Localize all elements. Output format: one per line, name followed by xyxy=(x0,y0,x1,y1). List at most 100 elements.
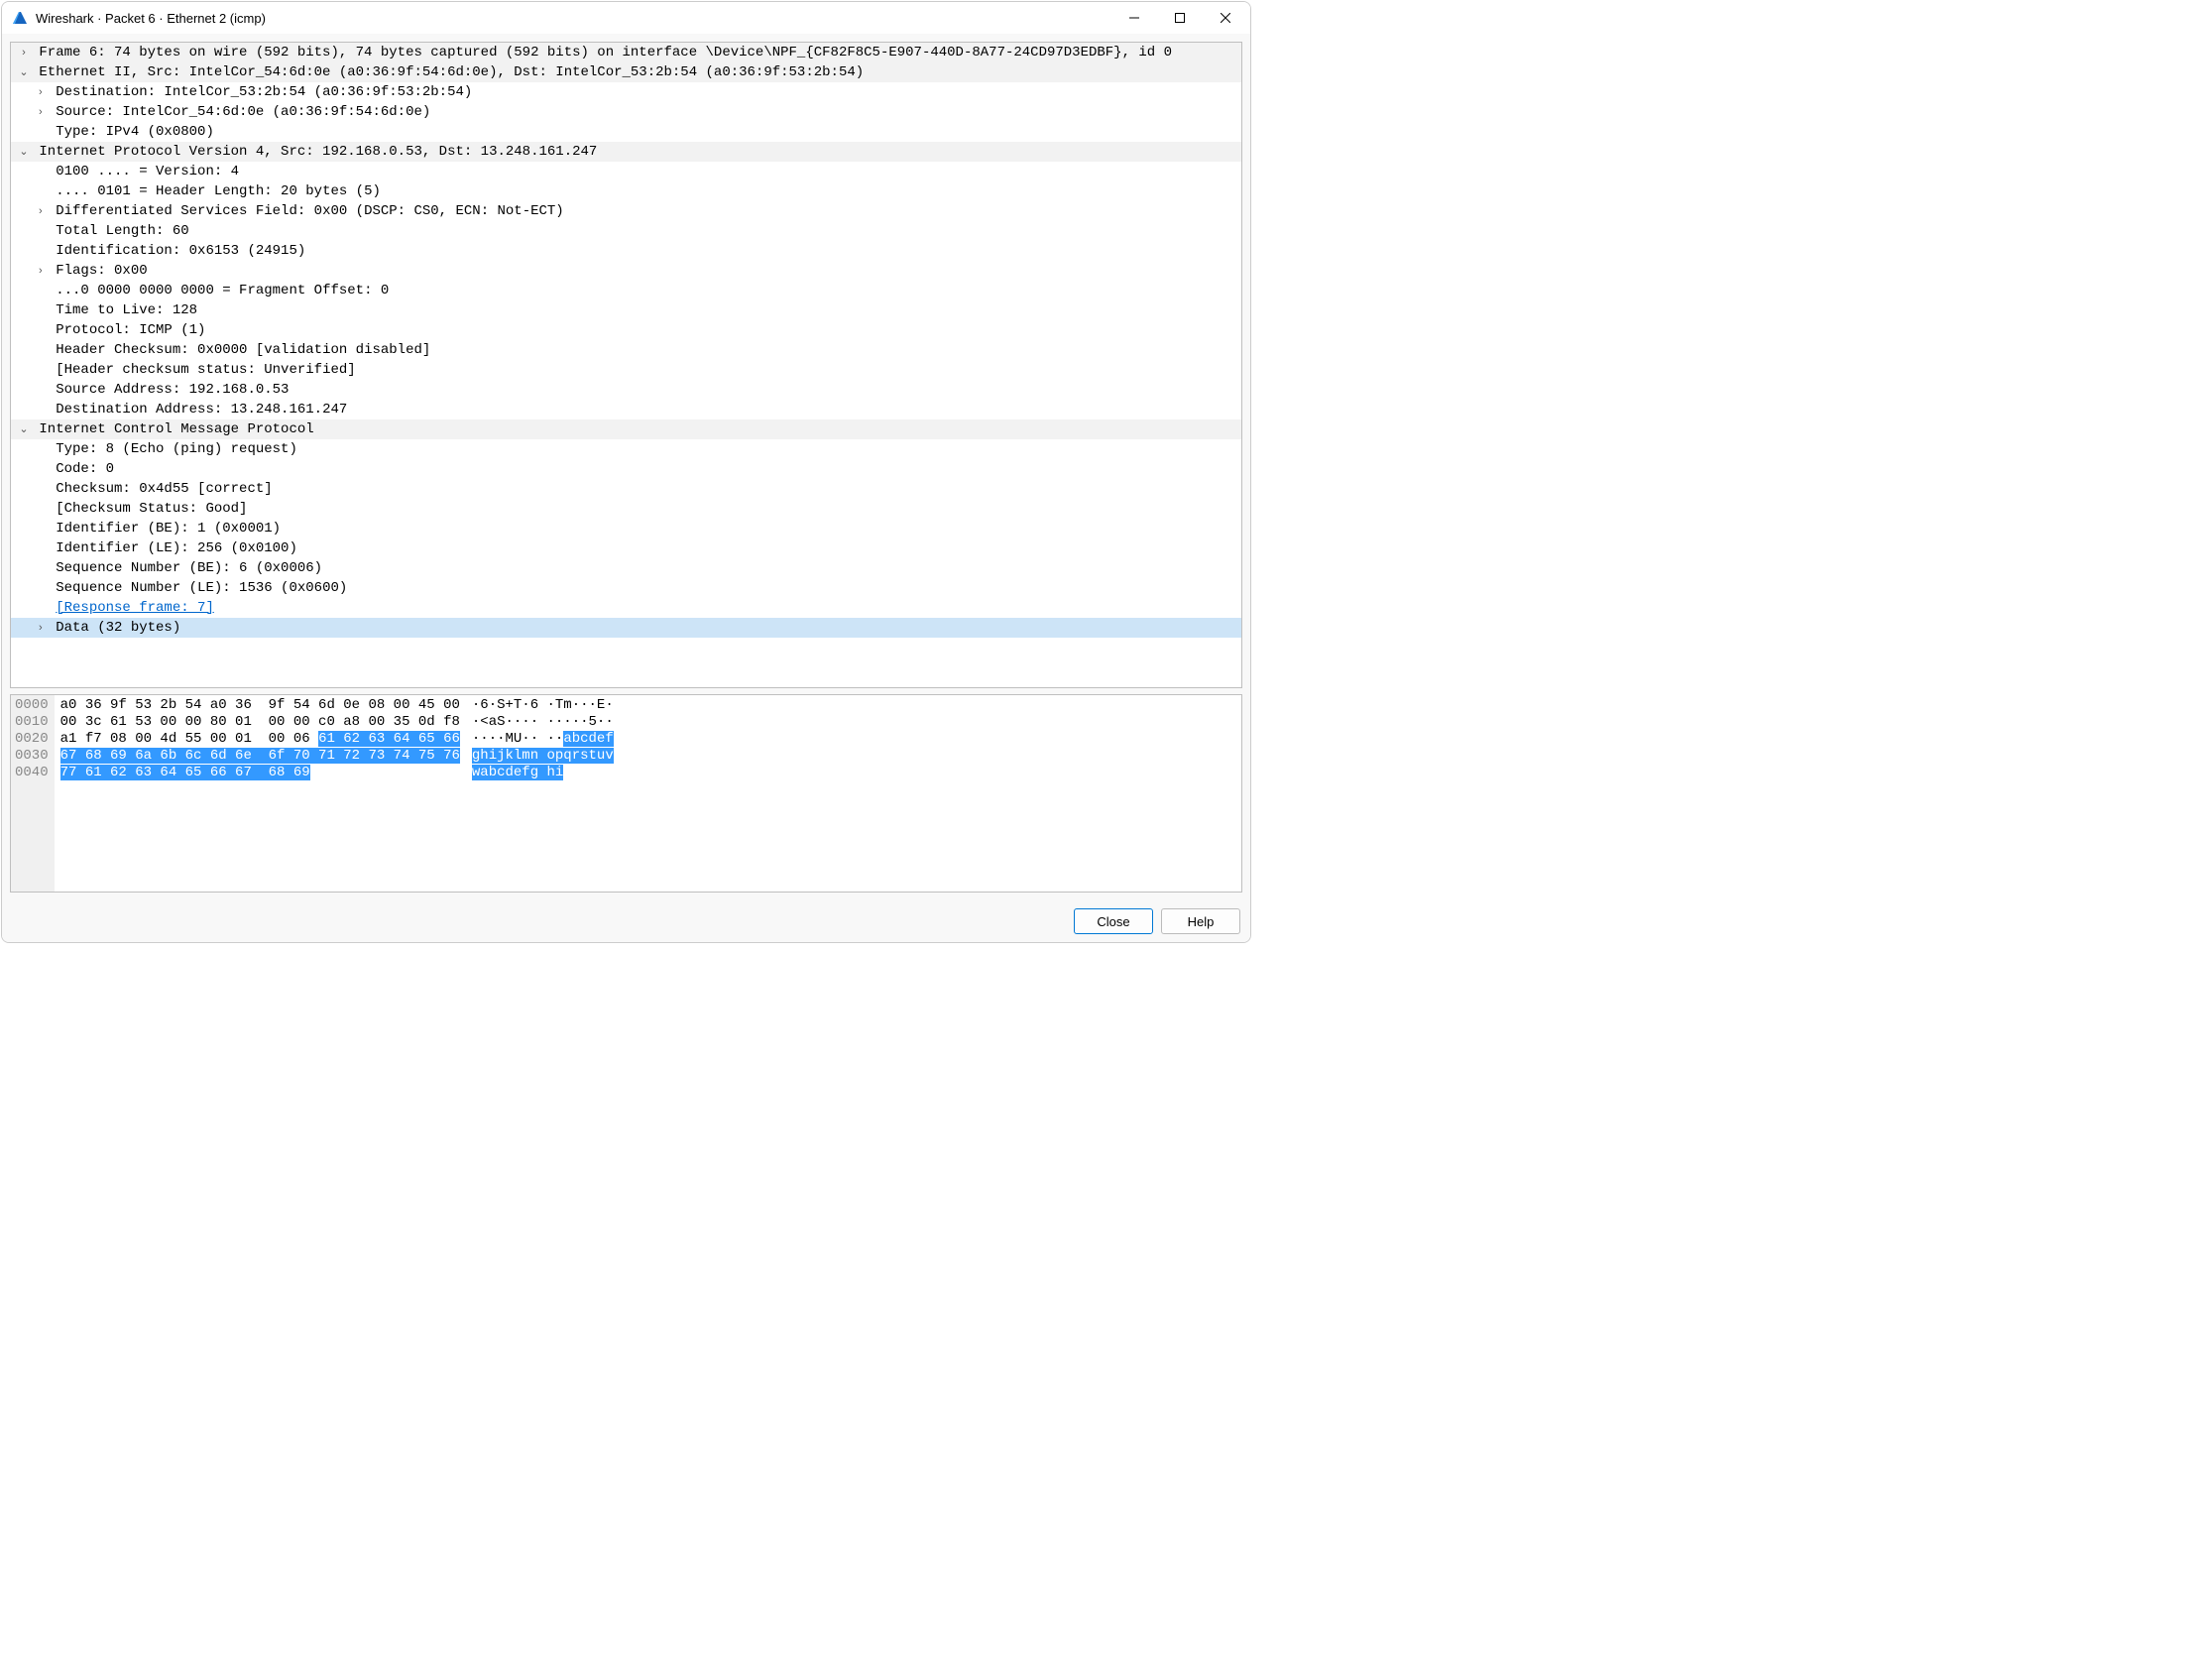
chevron-none xyxy=(34,300,48,320)
chevron-none xyxy=(34,281,48,300)
tree-node-label: Header Checksum: 0x0000 [validation disa… xyxy=(56,342,430,358)
hex-ascii-row[interactable]: ····MU·· ··abcdef xyxy=(472,731,614,748)
hex-offset: 0000 xyxy=(15,697,49,714)
tree-node[interactable]: Total Length: 60 xyxy=(11,221,1241,241)
hex-ascii-row[interactable]: wabcdefg hi xyxy=(472,765,614,781)
dialog-footer: Close Help xyxy=(2,900,1250,942)
tree-node[interactable]: Sequence Number (LE): 1536 (0x0600) xyxy=(11,578,1241,598)
tree-node[interactable]: Type: IPv4 (0x0800) xyxy=(11,122,1241,142)
tree-node[interactable]: Type: 8 (Echo (ping) request) xyxy=(11,439,1241,459)
help-button[interactable]: Help xyxy=(1161,908,1240,934)
chevron-none xyxy=(34,162,48,181)
tree-node[interactable]: Code: 0 xyxy=(11,459,1241,479)
hex-ascii-column[interactable]: ·6·S+T·6 ·Tm···E··<aS···· ·····5······MU… xyxy=(466,695,620,892)
minimize-button[interactable] xyxy=(1111,2,1157,34)
tree-node-label: Internet Control Message Protocol xyxy=(39,421,313,437)
hex-offset: 0010 xyxy=(15,714,49,731)
tree-node-label: Flags: 0x00 xyxy=(56,263,147,279)
hex-bytes-row[interactable]: 77 61 62 63 64 65 66 67 68 69 xyxy=(60,765,460,781)
tree-node-label: Internet Protocol Version 4, Src: 192.16… xyxy=(39,144,597,160)
tree-node[interactable]: ⌄ Internet Control Message Protocol xyxy=(11,419,1241,439)
chevron-none xyxy=(34,578,48,598)
tree-node[interactable]: .... 0101 = Header Length: 20 bytes (5) xyxy=(11,181,1241,201)
tree-node[interactable]: Header Checksum: 0x0000 [validation disa… xyxy=(11,340,1241,360)
chevron-none xyxy=(34,598,48,618)
chevron-right-icon[interactable]: › xyxy=(34,261,48,281)
chevron-right-icon[interactable]: › xyxy=(34,102,48,122)
content-area: › Frame 6: 74 bytes on wire (592 bits), … xyxy=(2,34,1250,900)
close-window-button[interactable] xyxy=(1203,2,1248,34)
titlebar[interactable]: Wireshark · Packet 6 · Ethernet 2 (icmp) xyxy=(2,2,1250,34)
tree-node-label: Protocol: ICMP (1) xyxy=(56,322,205,338)
tree-node[interactable]: › Destination: IntelCor_53:2b:54 (a0:36:… xyxy=(11,82,1241,102)
tree-node[interactable]: Protocol: ICMP (1) xyxy=(11,320,1241,340)
tree-node[interactable]: Checksum: 0x4d55 [correct] xyxy=(11,479,1241,499)
tree-node[interactable]: Identifier (LE): 256 (0x0100) xyxy=(11,538,1241,558)
tree-node-label: Type: IPv4 (0x0800) xyxy=(56,124,214,140)
tree-node[interactable]: ⌄ Ethernet II, Src: IntelCor_54:6d:0e (a… xyxy=(11,62,1241,82)
packet-details-tree[interactable]: › Frame 6: 74 bytes on wire (592 bits), … xyxy=(10,42,1242,688)
tree-node-label: 0100 .... = Version: 4 xyxy=(56,164,239,179)
hex-ascii-row[interactable]: ·<aS···· ·····5·· xyxy=(472,714,614,731)
chevron-right-icon[interactable]: › xyxy=(34,82,48,102)
tree-node-label: Identification: 0x6153 (24915) xyxy=(56,243,305,259)
chevron-down-icon[interactable]: ⌄ xyxy=(17,142,31,162)
tree-node-label: ...0 0000 0000 0000 = Fragment Offset: 0 xyxy=(56,283,389,298)
maximize-button[interactable] xyxy=(1157,2,1203,34)
tree-node[interactable]: › Source: IntelCor_54:6d:0e (a0:36:9f:54… xyxy=(11,102,1241,122)
chevron-none xyxy=(34,558,48,578)
chevron-none xyxy=(34,439,48,459)
tree-node[interactable]: Time to Live: 128 xyxy=(11,300,1241,320)
chevron-right-icon[interactable]: › xyxy=(34,618,48,638)
tree-node-label: Checksum: 0x4d55 [correct] xyxy=(56,481,272,497)
tree-node-label: Destination Address: 13.248.161.247 xyxy=(56,402,347,417)
tree-node[interactable]: Sequence Number (BE): 6 (0x0006) xyxy=(11,558,1241,578)
tree-node[interactable]: ⌄ Internet Protocol Version 4, Src: 192.… xyxy=(11,142,1241,162)
tree-node[interactable]: › Frame 6: 74 bytes on wire (592 bits), … xyxy=(11,43,1241,62)
hex-bytes-row[interactable]: 67 68 69 6a 6b 6c 6d 6e 6f 70 71 72 73 7… xyxy=(60,748,460,765)
tree-node-label: [Header checksum status: Unverified] xyxy=(56,362,355,378)
tree-node[interactable]: [Response frame: 7] xyxy=(11,598,1241,618)
tree-node[interactable]: ...0 0000 0000 0000 = Fragment Offset: 0 xyxy=(11,281,1241,300)
tree-node[interactable]: [Checksum Status: Good] xyxy=(11,499,1241,519)
chevron-right-icon[interactable]: › xyxy=(17,43,31,62)
window: Wireshark · Packet 6 · Ethernet 2 (icmp)… xyxy=(1,1,1251,943)
chevron-none xyxy=(34,122,48,142)
chevron-down-icon[interactable]: ⌄ xyxy=(17,62,31,82)
chevron-right-icon[interactable]: › xyxy=(34,201,48,221)
tree-node[interactable]: [Header checksum status: Unverified] xyxy=(11,360,1241,380)
tree-node[interactable]: Source Address: 192.168.0.53 xyxy=(11,380,1241,400)
chevron-none xyxy=(34,479,48,499)
tree-node[interactable]: › Differentiated Services Field: 0x00 (D… xyxy=(11,201,1241,221)
tree-node[interactable]: 0100 .... = Version: 4 xyxy=(11,162,1241,181)
hex-bytes-row[interactable]: a0 36 9f 53 2b 54 a0 36 9f 54 6d 0e 08 0… xyxy=(60,697,460,714)
packet-bytes-pane[interactable]: 00000010002000300040 a0 36 9f 53 2b 54 a… xyxy=(10,694,1242,893)
tree-node[interactable]: Destination Address: 13.248.161.247 xyxy=(11,400,1241,419)
chevron-none xyxy=(34,360,48,380)
tree-node[interactable]: Identification: 0x6153 (24915) xyxy=(11,241,1241,261)
tree-node-label: .... 0101 = Header Length: 20 bytes (5) xyxy=(56,183,381,199)
tree-node[interactable]: › Data (32 bytes) xyxy=(11,618,1241,638)
hex-offset: 0020 xyxy=(15,731,49,748)
chevron-none xyxy=(34,221,48,241)
tree-node-label: Time to Live: 128 xyxy=(56,302,197,318)
window-title: Wireshark · Packet 6 · Ethernet 2 (icmp) xyxy=(36,11,1111,26)
tree-node[interactable]: › Flags: 0x00 xyxy=(11,261,1241,281)
tree-node[interactable]: Identifier (BE): 1 (0x0001) xyxy=(11,519,1241,538)
chevron-none xyxy=(34,340,48,360)
chevron-none xyxy=(34,320,48,340)
chevron-down-icon[interactable]: ⌄ xyxy=(17,419,31,439)
close-button[interactable]: Close xyxy=(1074,908,1153,934)
hex-offset: 0040 xyxy=(15,765,49,781)
hex-bytes-row[interactable]: a1 f7 08 00 4d 55 00 01 00 06 61 62 63 6… xyxy=(60,731,460,748)
tree-node-label: Sequence Number (LE): 1536 (0x0600) xyxy=(56,580,347,596)
tree-node-label: Source Address: 192.168.0.53 xyxy=(56,382,289,398)
hex-bytes-column[interactable]: a0 36 9f 53 2b 54 a0 36 9f 54 6d 0e 08 0… xyxy=(55,695,466,892)
tree-node-label: Identifier (BE): 1 (0x0001) xyxy=(56,521,281,536)
tree-node-label: Ethernet II, Src: IntelCor_54:6d:0e (a0:… xyxy=(39,64,864,80)
hex-bytes-row[interactable]: 00 3c 61 53 00 00 80 01 00 00 c0 a8 00 3… xyxy=(60,714,460,731)
chevron-none xyxy=(34,241,48,261)
hex-ascii-row[interactable]: ·6·S+T·6 ·Tm···E· xyxy=(472,697,614,714)
hex-ascii-row[interactable]: ghijklmn opqrstuv xyxy=(472,748,614,765)
tree-node-label: Destination: IntelCor_53:2b:54 (a0:36:9f… xyxy=(56,84,472,100)
